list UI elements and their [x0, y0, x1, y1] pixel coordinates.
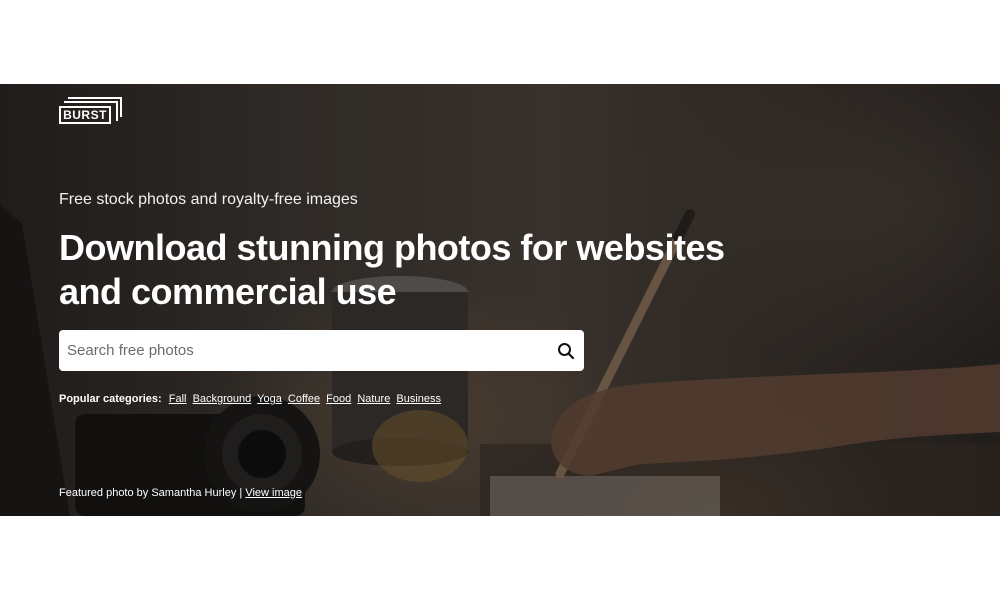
- photo-credit-text: Featured photo by Samantha Hurley |: [59, 487, 243, 499]
- search-bar: [59, 330, 584, 371]
- popular-categories: Popular categories: Fall Background Yoga…: [59, 393, 444, 405]
- logo-stack-line: [120, 97, 122, 117]
- category-link-food[interactable]: Food: [326, 393, 351, 405]
- search-button[interactable]: [548, 331, 584, 370]
- hero-tagline: Free stock photos and royalty-free image…: [59, 191, 358, 208]
- search-input[interactable]: [59, 331, 548, 370]
- logo-stack-line: [64, 101, 118, 103]
- burst-logo[interactable]: BURST: [59, 97, 122, 126]
- popular-categories-label: Popular categories:: [59, 393, 162, 405]
- logo-stack-line: [68, 97, 122, 99]
- category-link-yoga[interactable]: Yoga: [257, 393, 282, 405]
- category-link-coffee[interactable]: Coffee: [288, 393, 320, 405]
- category-link-nature[interactable]: Nature: [357, 393, 390, 405]
- category-link-fall[interactable]: Fall: [169, 393, 187, 405]
- view-image-link[interactable]: View image: [245, 487, 302, 499]
- logo-stack-line: [116, 101, 118, 121]
- category-link-background[interactable]: Background: [193, 393, 252, 405]
- hero-banner: BURST Free stock photos and royalty-free…: [0, 84, 1000, 516]
- hero-headline: Download stunning photos for websites an…: [59, 227, 725, 312]
- photo-credit: Featured photo by Samantha Hurley | View…: [59, 487, 302, 499]
- logo-text: BURST: [59, 106, 111, 124]
- search-icon: [558, 342, 575, 359]
- category-link-business[interactable]: Business: [396, 393, 441, 405]
